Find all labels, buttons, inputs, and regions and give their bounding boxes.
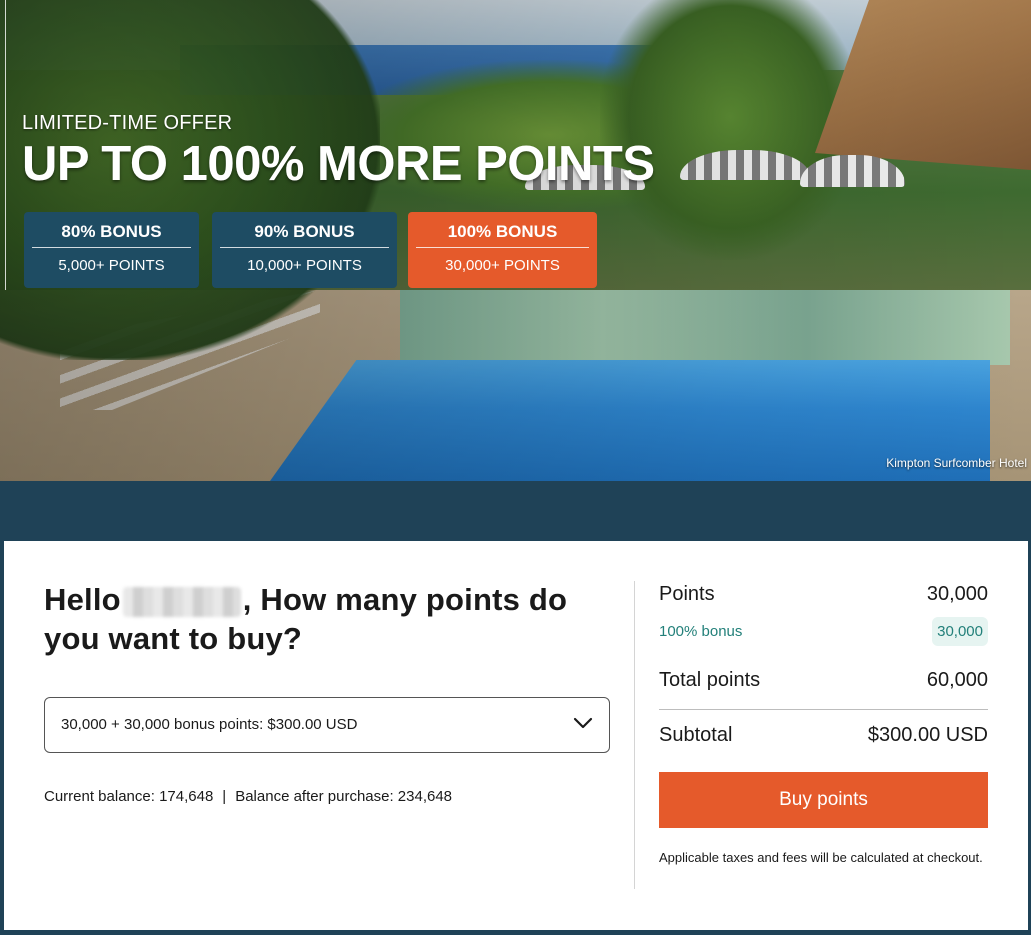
greeting-heading: Hello, How many points do you want to bu… [44,580,604,658]
points-label: Points [659,583,715,605]
tier-bonus: 90% BONUS [220,212,389,248]
chevron-down-icon [573,717,593,729]
bonus-tier-80: 80% BONUS 5,000+ POINTS [24,212,199,288]
greeting-prefix: Hello [44,582,121,617]
points-package-value: 30,000 + 30,000 bonus points: $300.00 US… [61,716,358,733]
current-balance: Current balance: 174,648 [44,788,214,805]
balance-after-purchase: Balance after purchase: 234,648 [235,788,453,805]
points-value: 30,000 [926,583,988,605]
subtotal-label: Subtotal [659,724,733,746]
total-label: Total points [659,669,761,691]
total-value: 60,000 [926,669,988,691]
points-package-select[interactable]: 30,000 + 30,000 bonus points: $300.00 US… [44,697,610,753]
purchase-card: Hello, How many points do you want to bu… [4,541,1028,930]
tier-threshold: 30,000+ POINTS [445,257,560,274]
subtotal-value: $300.00 USD [867,724,988,746]
photo-credit: Kimpton Surfcomber Hotel [886,456,1027,470]
page: LIMITED-TIME OFFER UP TO 100% MORE POINT… [0,0,1031,935]
tax-note: Applicable taxes and fees will be calcul… [659,850,983,865]
bonus-label: 100% bonus [659,623,743,640]
tier-threshold: 10,000+ POINTS [247,257,362,274]
tier-bonus: 100% BONUS [416,212,589,248]
bonus-value-badge: 30,000 [932,617,988,646]
offer-kicker: LIMITED-TIME OFFER [22,112,233,134]
hero-banner: LIMITED-TIME OFFER UP TO 100% MORE POINT… [0,0,1031,481]
blurred-username [122,586,241,617]
tier-bonus: 80% BONUS [32,212,191,248]
tier-threshold: 5,000+ POINTS [58,257,165,274]
buy-points-button[interactable]: Buy points [659,772,988,828]
column-divider [634,581,635,889]
balance-separator: | [222,788,227,805]
offer-title: UP TO 100% MORE POINTS [22,137,655,191]
summary-divider [659,709,988,710]
bonus-tier-90: 90% BONUS 10,000+ POINTS [212,212,397,288]
balance-info: Current balance: 174,648 | Balance after p… [44,788,452,805]
bonus-tier-100: 100% BONUS 30,000+ POINTS [408,212,597,288]
